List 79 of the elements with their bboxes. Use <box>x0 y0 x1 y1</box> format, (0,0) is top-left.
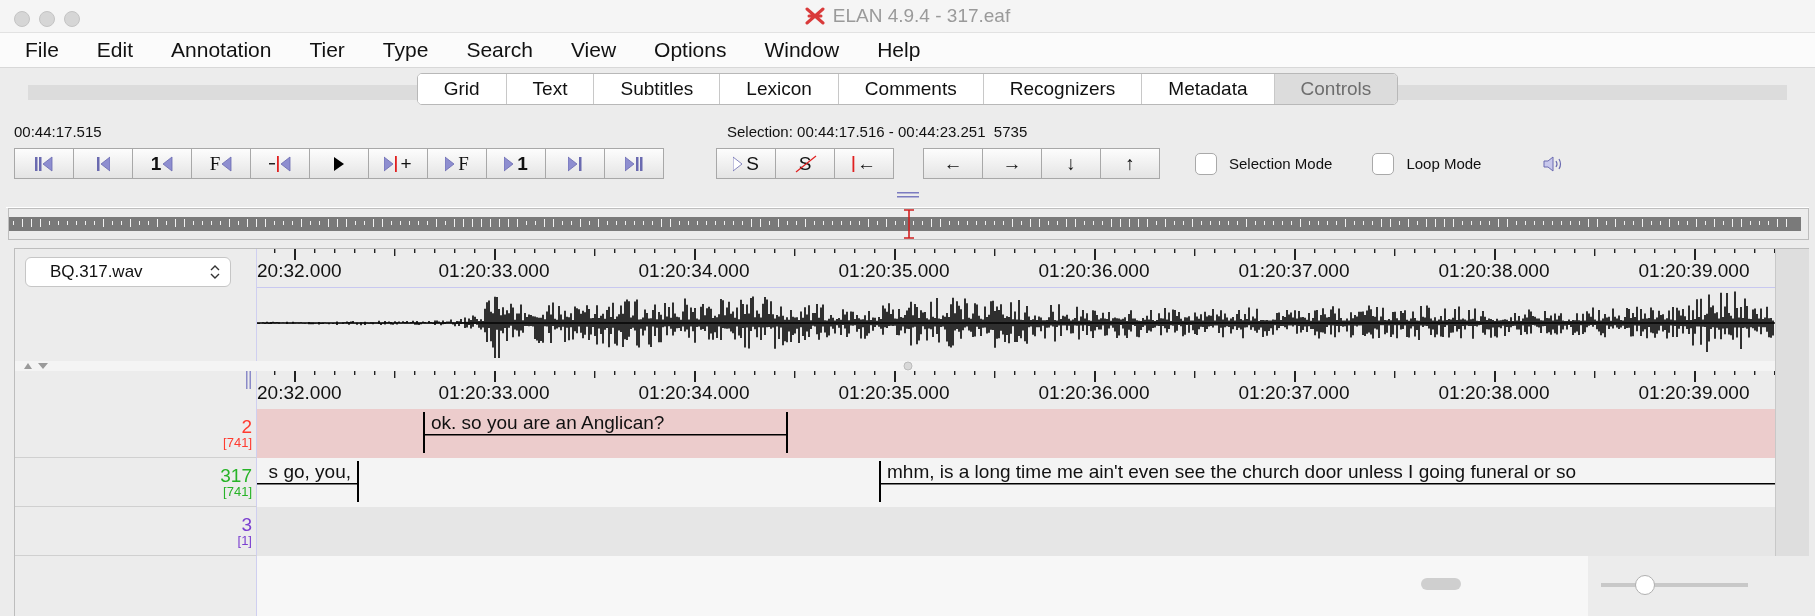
checkbox-label: Selection Mode <box>1229 155 1333 173</box>
time-label: 01:20:33.000 <box>438 260 550 282</box>
previous-boundary-button[interactable] <box>250 148 310 180</box>
tier-name[interactable]: 3 <box>241 515 252 534</box>
second-forward-button[interactable]: 1 <box>486 148 546 180</box>
time-label: 01:20:39.000 <box>1638 382 1750 404</box>
chevron-up-down-icon <box>210 264 220 280</box>
frame-back-button[interactable]: F <box>191 148 251 180</box>
time-label: 01:20:37.000 <box>1238 260 1350 282</box>
arrow-button[interactable]: ↑ <box>1100 148 1160 180</box>
annotation[interactable]: mhm, is a long time me ain't even see the church door unless I going funeral or so <box>879 461 1775 502</box>
time-label: 01:20:35.000 <box>838 260 950 282</box>
bars-triangle-left-icon <box>35 153 53 174</box>
checkbox[interactable] <box>1195 152 1217 175</box>
selection-begin-button[interactable]: ← <box>834 148 894 180</box>
boundary-left-icon <box>269 153 291 174</box>
app-logo-icon <box>804 7 825 26</box>
zoom-button[interactable] <box>64 11 80 27</box>
next-boundary-button[interactable]: + <box>368 148 428 180</box>
arrow-button[interactable]: → <box>982 148 1042 180</box>
menu-item[interactable]: Help <box>858 38 940 63</box>
time-label: 20:32.000 <box>257 260 342 282</box>
media-select[interactable]: BQ.317.wav <box>25 257 231 287</box>
selection-info: Selection: 00:44:17.516 - 00:44:23.251 5735 <box>727 122 1028 140</box>
next-page-button[interactable] <box>545 148 605 180</box>
scrollbar-thumb[interactable] <box>1421 578 1461 590</box>
checkbox[interactable] <box>1372 152 1395 175</box>
second-back-button[interactable]: 1 <box>132 148 192 180</box>
vertical-scrollbar[interactable] <box>1775 249 1809 556</box>
time-label: 01:20:36.000 <box>1038 382 1150 404</box>
menu-item[interactable]: Search <box>447 38 552 63</box>
close-button[interactable] <box>14 11 30 27</box>
play-selection-button[interactable]: S <box>716 148 776 180</box>
previous-page-button[interactable] <box>73 148 133 180</box>
time-label: 01:20:33.000 <box>438 382 550 404</box>
resize-handle-icon[interactable] <box>246 371 252 389</box>
collapse-arrows-icon[interactable] <box>23 362 49 370</box>
frame-forward-button[interactable]: F <box>427 148 487 180</box>
checkbox-label: Loop Mode <box>1406 155 1482 173</box>
menu-item[interactable]: Options <box>635 38 746 63</box>
drag-handle-icon[interactable] <box>903 361 913 371</box>
time-label: 01:20:36.000 <box>1038 260 1150 282</box>
tier-count: [741] <box>223 485 252 498</box>
time-label: 01:20:38.000 <box>1438 260 1550 282</box>
time-label: 01:20:35.000 <box>838 382 950 404</box>
time-label: 01:20:34.000 <box>638 260 750 282</box>
media-time: 00:44:17.515 <box>14 122 103 140</box>
menu-item[interactable]: Window <box>745 38 859 63</box>
arrow-button[interactable]: ↓ <box>1041 148 1101 180</box>
menu-item[interactable]: Edit <box>77 38 153 63</box>
boundary-line-icon <box>852 153 855 174</box>
tab[interactable]: Grid <box>417 73 507 104</box>
slider-thumb[interactable] <box>1635 575 1656 595</box>
menu-item[interactable]: File <box>6 38 78 63</box>
boundary-right-icon <box>384 153 399 174</box>
go-to-start-button[interactable] <box>14 148 74 180</box>
triangle-left-icon <box>163 153 174 174</box>
time-label: 01:20:34.000 <box>638 382 750 404</box>
cursor-marker-icon[interactable] <box>903 208 915 239</box>
time-label: 01:20:37.000 <box>1238 382 1350 404</box>
time-label: 20:32.000 <box>257 382 342 404</box>
time-label: 01:20:39.000 <box>1638 260 1750 282</box>
annotation[interactable]: s go, you, <box>257 461 359 502</box>
menu-item[interactable]: View <box>551 38 636 63</box>
menu-item[interactable]: Type <box>363 38 448 63</box>
window-title: ELAN 4.9.4 - 317.eaf <box>832 5 1011 28</box>
split-handle-icon[interactable] <box>896 191 919 198</box>
minimize-button[interactable] <box>39 11 55 27</box>
tier-count: [741] <box>223 436 252 449</box>
time-label: 01:20:38.000 <box>1438 382 1550 404</box>
arrow-button[interactable]: ← <box>923 148 983 180</box>
menu-item[interactable]: Tier <box>290 38 364 63</box>
annotation[interactable]: ok. so you are an Anglican? <box>423 412 788 453</box>
tier-count: [1] <box>237 534 252 547</box>
menu-item[interactable]: Annotation <box>152 38 291 63</box>
play-button[interactable] <box>309 148 369 180</box>
triangle-left-icon <box>222 153 233 174</box>
tab[interactable]: Controls <box>1274 73 1398 104</box>
go-to-end-button[interactable] <box>604 148 664 180</box>
